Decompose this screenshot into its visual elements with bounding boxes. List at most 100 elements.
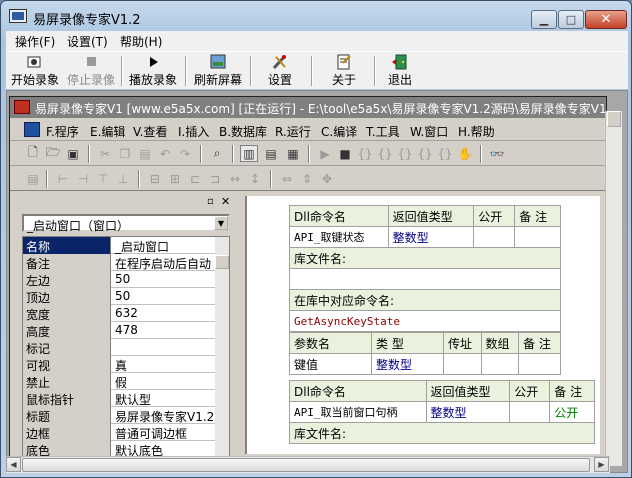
panel-close-icon[interactable]: ✕ <box>221 195 230 208</box>
minimize-button[interactable]: ▁ <box>531 10 557 29</box>
open-folder-icon[interactable]: 🗁 <box>44 145 62 162</box>
breakpoint-icon[interactable]: ✋ <box>456 145 474 162</box>
app-icon[interactable] <box>9 9 27 23</box>
property-row[interactable]: 可视真 <box>23 356 215 373</box>
dll-note-cell[interactable]: 公开 <box>549 401 595 423</box>
property-row[interactable]: 边框 普通可调边框 <box>23 424 215 441</box>
same-height-icon[interactable]: ⊐ <box>206 170 224 187</box>
ide-menu-database[interactable]: B.数据库 <box>219 123 267 140</box>
ide-menu-view[interactable]: V.查看 <box>133 123 167 140</box>
grid-panel-icon[interactable]: ▦ <box>284 145 302 162</box>
play-record-button[interactable]: 播放录象 <box>127 54 179 88</box>
space-horizontal-icon[interactable]: ↔ <box>226 170 244 187</box>
run-icon[interactable]: ▶ <box>316 145 334 162</box>
ide-menu-insert[interactable]: I.插入 <box>178 123 209 140</box>
scroll-left-icon[interactable]: ◀ <box>6 457 21 472</box>
property-value[interactable]: 普通可调边框 <box>112 424 215 441</box>
property-row[interactable]: 高度 478 <box>23 322 215 339</box>
property-value[interactable]: 50 <box>112 288 215 305</box>
horizontal-scrollbar[interactable]: ◀ ▶ <box>6 456 610 473</box>
new-file-icon[interactable]: 🗋 <box>24 145 42 162</box>
undo-icon[interactable]: ↶ <box>156 145 174 162</box>
dll-name-cell[interactable]: API_取键状态 <box>289 226 389 248</box>
refresh-screen-button[interactable]: 刷新屏幕 <box>192 54 244 88</box>
align-right-icon[interactable]: ⊣ <box>74 170 92 187</box>
center-horizontal-icon[interactable]: ⊟ <box>146 170 164 187</box>
menu-operate[interactable]: 操作(F) <box>15 33 55 50</box>
layout-toggle-icon[interactable]: ▥ <box>240 145 258 162</box>
copy-icon[interactable]: ❐ <box>116 145 134 162</box>
property-value[interactable]: _启动窗口 <box>112 237 215 254</box>
param-array-cell[interactable] <box>480 353 520 375</box>
redo-icon[interactable]: ↷ <box>176 145 194 162</box>
property-value[interactable]: 易屏录像专家V1.2 <box>112 407 215 424</box>
lib-command-value-cell[interactable]: GetAsyncKeyState <box>289 310 561 332</box>
settings-button[interactable]: 设置 <box>260 54 300 88</box>
scroll-thumb[interactable] <box>22 458 590 472</box>
align-grid-icon[interactable]: ▤ <box>24 170 42 187</box>
start-record-button[interactable]: 开始录象 <box>10 54 60 88</box>
property-row[interactable]: 名称 _启动窗口 <box>23 237 215 254</box>
dll-public-cell[interactable] <box>473 226 516 248</box>
window-panel-icon[interactable]: ▤ <box>262 145 280 162</box>
scroll-thumb[interactable] <box>607 111 621 127</box>
property-value[interactable]: 50 <box>112 271 215 288</box>
property-row[interactable]: 标题 易屏录像专家V1.2 <box>23 407 215 424</box>
property-value[interactable]: 假 <box>112 373 215 390</box>
property-row[interactable]: 顶边 50 <box>23 288 215 305</box>
property-row[interactable]: 标记 <box>23 339 215 356</box>
cut-icon[interactable]: ✂ <box>96 145 114 162</box>
property-value[interactable]: 在程序启动后自动 <box>112 254 215 271</box>
ide-doc-icon[interactable] <box>24 122 40 137</box>
pin-icon[interactable]: ▫ <box>207 196 214 207</box>
ide-menu-run[interactable]: R.运行 <box>275 123 311 140</box>
param-note-cell[interactable] <box>518 353 561 375</box>
align-bottom-icon[interactable]: ⊥ <box>114 170 132 187</box>
scroll-thumb[interactable] <box>215 255 229 269</box>
run-to-cursor-icon[interactable]: {} <box>436 145 454 162</box>
property-value[interactable]: 632 <box>112 305 215 322</box>
about-button[interactable]: 关于 <box>324 54 364 88</box>
ide-menu-window[interactable]: W.窗口 <box>410 123 448 140</box>
ide-menu-tools[interactable]: T.工具 <box>366 123 400 140</box>
step-out-icon[interactable]: {} <box>416 145 434 162</box>
child-title-bar[interactable]: 易屏录像专家V1 [www.e5a5x.com] [正在运行] - E:\too… <box>10 97 606 118</box>
step-over-icon[interactable]: {} <box>396 145 414 162</box>
dll-return-type-cell[interactable]: 整数型 <box>425 401 511 423</box>
center-vertical-icon[interactable]: ⊞ <box>166 170 184 187</box>
dll-public-cell[interactable] <box>509 401 551 423</box>
property-scrollbar[interactable] <box>215 237 229 461</box>
fit-height-icon[interactable]: ⇕ <box>298 170 316 187</box>
lib-value-cell[interactable] <box>289 268 561 290</box>
stop-record-button[interactable]: 停止录像 <box>66 54 116 88</box>
same-width-icon[interactable]: ⊏ <box>186 170 204 187</box>
code-editor[interactable]: Dll命令名 返回值类型 公开备 注 API_取键状态 整数型 库文件名: 在库中对应… <box>245 196 600 454</box>
ide-menu-program[interactable]: F.程序 <box>46 123 79 140</box>
scroll-right-icon[interactable]: ▶ <box>594 457 609 472</box>
property-value[interactable]: 默认型 <box>112 390 215 407</box>
find-icon[interactable]: ⌕ <box>208 145 226 162</box>
ide-menu-compile[interactable]: C.编译 <box>321 123 357 140</box>
step-into-icon[interactable]: {} <box>376 145 394 162</box>
dll-note-cell[interactable] <box>514 226 561 248</box>
ide-menu-help[interactable]: H.帮助 <box>458 123 495 140</box>
chevron-down-icon[interactable]: ▼ <box>214 216 228 230</box>
space-vertical-icon[interactable]: ↕ <box>246 170 264 187</box>
step-icon[interactable]: {} <box>356 145 374 162</box>
stop-run-icon[interactable]: ■ <box>336 145 354 162</box>
property-value[interactable]: 真 <box>112 356 215 373</box>
object-selector[interactable]: _启动窗口（窗口） ▼ <box>22 214 230 233</box>
param-byref-cell[interactable] <box>443 353 482 375</box>
fit-width-icon[interactable]: ⇔ <box>278 170 296 187</box>
property-row[interactable]: 备注 在程序启动后自动 <box>23 254 215 271</box>
vertical-scrollbar[interactable] <box>605 111 622 466</box>
align-left-icon[interactable]: ⊢ <box>54 170 72 187</box>
paste-icon[interactable]: ▤ <box>136 145 154 162</box>
binoculars-icon[interactable]: 👓 <box>488 145 506 162</box>
property-row[interactable]: 宽度 632 <box>23 305 215 322</box>
menu-help[interactable]: 帮助(H) <box>120 33 162 50</box>
property-row[interactable]: 禁止假 <box>23 373 215 390</box>
dll-return-type-cell[interactable]: 整数型 <box>387 226 475 248</box>
property-row[interactable]: 左边 50 <box>23 271 215 288</box>
exit-button[interactable]: 退出 <box>380 54 420 88</box>
